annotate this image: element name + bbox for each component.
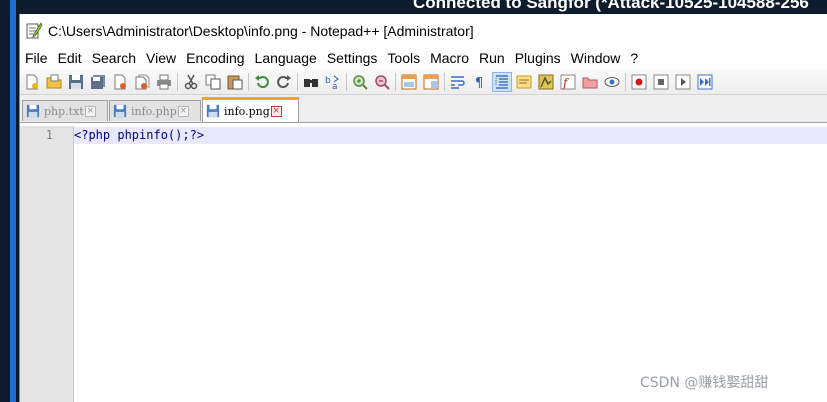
window-title: C:\Users\Administrator\Desktop\info.png … [48,22,474,39]
tab-label: info.png [224,104,270,118]
line-number-gutter: 1 [20,126,74,402]
open-file-icon[interactable] [44,72,64,92]
menu-plugins[interactable]: Plugins [512,50,568,66]
close-icon[interactable] [110,72,130,92]
close-all-icon[interactable] [132,72,152,92]
replace-icon[interactable]: ba [323,72,343,92]
svg-text:a: a [332,82,338,90]
toolbar-separator [395,72,396,91]
menu-window[interactable]: Window [568,50,628,66]
find-icon[interactable] [301,72,321,92]
save-icon[interactable] [66,72,86,92]
tab-bar: php.txt × info.php × info.png × [20,95,827,123]
notepad-app-icon [26,22,43,39]
toolbar-separator [248,72,249,91]
undo-icon[interactable] [252,72,272,92]
run-macro-multiple-icon[interactable] [695,72,715,92]
menu-settings[interactable]: Settings [324,50,385,66]
csdn-watermark: CSDN @赚钱娶甜甜 [640,375,769,391]
notepad-plus-plus-window: C:\Users\Administrator\Desktop\info.png … [19,14,827,402]
word-wrap-icon[interactable] [448,72,468,92]
tab-label: info.php [131,104,177,118]
toolbar-separator [444,72,445,91]
menu-run[interactable]: Run [476,50,512,66]
close-icon[interactable]: × [84,105,96,117]
cut-icon[interactable] [181,72,201,92]
tab-info-php[interactable]: info.php × [109,100,201,121]
toolbar-separator [346,72,347,91]
menu-search[interactable]: Search [89,50,143,66]
redo-icon[interactable] [274,72,294,92]
menu-language[interactable]: Language [252,50,324,66]
save-icon [206,104,220,118]
play-macro-icon[interactable] [673,72,693,92]
close-icon[interactable]: × [270,105,282,117]
zoom-out-icon[interactable] [372,72,392,92]
svg-text:b: b [325,76,331,86]
tab-label: php.txt [44,104,84,118]
function-list-icon[interactable]: f [558,72,578,92]
zoom-in-icon[interactable] [350,72,370,92]
folder-as-workspace-icon[interactable] [580,72,600,92]
save-icon [113,104,127,118]
tab-info-png[interactable]: info.png × [202,97,299,122]
save-icon [26,104,40,118]
menu-tools[interactable]: Tools [384,50,427,66]
menu-file[interactable]: File [22,50,55,66]
monitoring-icon[interactable] [602,72,622,92]
show-all-chars-icon[interactable]: ¶ [470,72,490,92]
close-icon[interactable]: × [177,105,189,117]
menu-bar: File Edit Search View Encoding Language … [20,47,827,69]
tab-php-txt[interactable]: php.txt × [22,100,108,121]
menu-help[interactable]: ? [627,50,645,66]
svg-text:¶: ¶ [475,76,483,90]
remote-desktop-edge [0,14,10,402]
record-macro-icon[interactable] [629,72,649,92]
toolbar: ba ¶ f [20,69,827,95]
toolbar-separator [177,72,178,91]
menu-macro[interactable]: Macro [427,50,476,66]
title-bar: C:\Users\Administrator\Desktop\info.png … [20,14,827,47]
doc-map-icon[interactable] [536,72,556,92]
new-file-icon[interactable] [22,72,42,92]
indent-guide-icon[interactable] [492,71,512,92]
paste-icon[interactable] [225,72,245,92]
remote-connection-bar: Connected to Sangfor (*Attack-10525-1045… [0,0,827,14]
code-line[interactable]: <?php phpinfo();?> [74,128,204,142]
sync-horizontal-icon[interactable] [421,72,441,92]
copy-icon[interactable] [203,72,223,92]
user-language-icon[interactable] [514,72,534,92]
save-all-icon[interactable] [88,72,108,92]
stop-macro-icon[interactable] [651,72,671,92]
remote-connection-title: Connected to Sangfor (*Attack-10525-1045… [413,0,809,12]
line-number: 1 [45,128,53,142]
menu-encoding[interactable]: Encoding [183,50,251,66]
print-icon[interactable] [154,72,174,92]
toolbar-separator [625,72,626,91]
menu-view[interactable]: View [143,50,183,66]
sync-vertical-icon[interactable] [399,72,419,92]
menu-edit[interactable]: Edit [55,50,89,66]
toolbar-separator [297,72,298,91]
editor-area[interactable]: 1 <?php phpinfo();?> [20,126,827,402]
